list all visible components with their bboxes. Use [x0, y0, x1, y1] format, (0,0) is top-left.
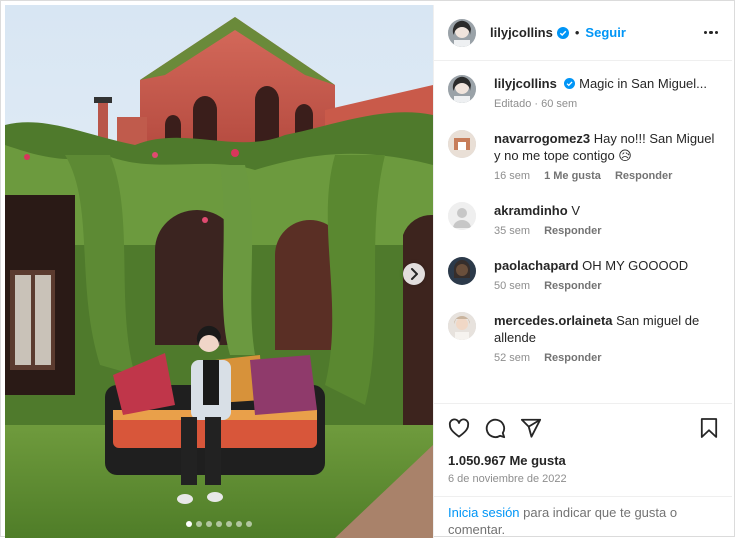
like-heart-icon[interactable]	[448, 417, 470, 438]
reply-button[interactable]: Responder	[544, 352, 601, 364]
comment-row: paolachapard OH MY GOOOOD 50 sem Respond…	[448, 257, 718, 292]
likes-count[interactable]: 1.050.967 Me gusta	[448, 453, 566, 468]
login-link[interactable]: Inicia sesión	[448, 505, 520, 520]
post-side-panel: lilyjcollins • Seguir lilyjcollins Magic…	[433, 5, 732, 538]
carousel-dot	[206, 521, 212, 527]
carousel-next-button[interactable]	[403, 263, 425, 285]
verified-badge-icon	[564, 78, 576, 89]
carousel-dot	[236, 521, 242, 527]
comment-likes[interactable]: 1 Me gusta	[544, 170, 601, 182]
comment-row: mercedes.orlaineta San miguel de allende…	[448, 312, 718, 364]
commenter-avatar[interactable]	[448, 130, 476, 158]
author-username[interactable]: lilyjcollins	[490, 25, 553, 40]
carousel-dots	[5, 521, 433, 527]
post-media[interactable]	[5, 5, 433, 538]
commenter-avatar[interactable]	[448, 257, 476, 285]
commenter-avatar[interactable]	[448, 312, 476, 340]
carousel-dot	[186, 521, 192, 527]
save-bookmark-icon[interactable]	[700, 417, 718, 439]
caption-meta: Editado · 60 sem	[494, 98, 718, 110]
verified-badge-icon	[556, 26, 569, 39]
caption-text: lilyjcollins Magic in San Miguel...	[494, 75, 718, 92]
reply-button[interactable]: Responder	[544, 280, 601, 292]
comment-text: V	[571, 203, 580, 218]
comment-row: akramdinho V 35 sem Responder	[448, 202, 718, 237]
caption-username[interactable]: lilyjcollins	[494, 76, 557, 91]
carousel-dot	[246, 521, 252, 527]
header-separator: •	[574, 25, 580, 40]
post-date[interactable]: 6 de noviembre de 2022	[448, 473, 567, 485]
login-prompt: Inicia sesión para indicar que te gusta …	[434, 496, 732, 538]
more-options-icon[interactable]	[703, 30, 718, 35]
comment-age: 52 sem	[494, 352, 531, 364]
chevron-right-icon	[411, 268, 418, 280]
author-avatar[interactable]	[448, 75, 476, 103]
comment-age: 16 sem	[494, 170, 531, 182]
comment-username[interactable]: navarrogomez3	[494, 131, 590, 146]
instagram-post-modal: lilyjcollins • Seguir lilyjcollins Magic…	[0, 0, 735, 538]
comment-age: 35 sem	[494, 225, 531, 237]
comment-username[interactable]: paolachapard	[494, 258, 579, 273]
comment-username[interactable]: akramdinho	[494, 203, 568, 218]
author-avatar[interactable]	[448, 18, 476, 47]
commenter-avatar[interactable]	[448, 202, 476, 230]
comment-text: OH MY GOOOOD	[582, 258, 689, 273]
post-photo	[5, 5, 433, 538]
carousel-dot	[196, 521, 202, 527]
comment-age: 50 sem	[494, 280, 531, 292]
carousel-dot	[216, 521, 222, 527]
comment-row: navarrogomez3 Hay no!!! San Miguel y no …	[448, 130, 718, 182]
reply-button[interactable]: Responder	[544, 225, 601, 237]
action-bar	[434, 403, 732, 451]
caption-edited-age: Editado · 60 sem	[494, 98, 578, 110]
caption-body: Magic in San Miguel...	[579, 76, 708, 91]
follow-button[interactable]: Seguir	[585, 25, 625, 40]
carousel-dot	[226, 521, 232, 527]
comment-icon[interactable]	[484, 417, 506, 439]
comment-username[interactable]: mercedes.orlaineta	[494, 313, 613, 328]
share-send-icon[interactable]	[520, 417, 542, 439]
caption-row: lilyjcollins Magic in San Miguel... Edit…	[448, 75, 718, 110]
reply-button[interactable]: Responder	[615, 170, 672, 182]
comments-list[interactable]: lilyjcollins Magic in San Miguel... Edit…	[434, 61, 732, 403]
post-header: lilyjcollins • Seguir	[434, 5, 732, 61]
